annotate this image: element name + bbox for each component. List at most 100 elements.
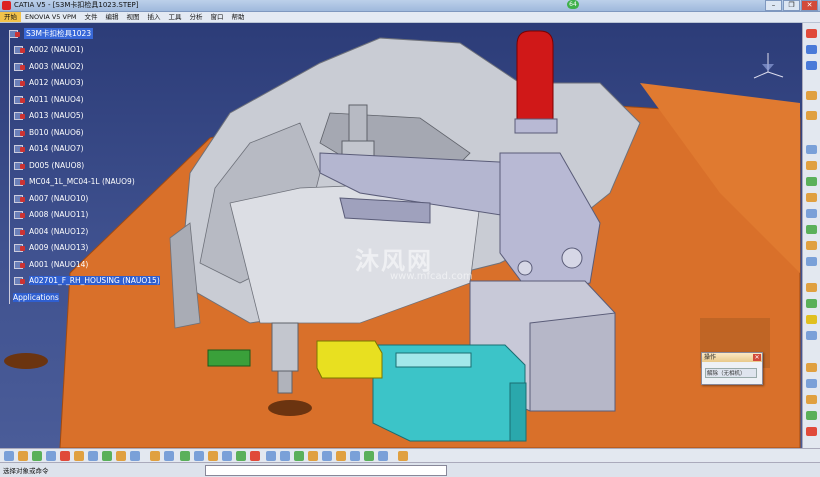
tool-icon[interactable] (46, 451, 56, 461)
tree-item-label: A001 (NAUO14) (29, 260, 89, 269)
tree-root[interactable]: S3M卡扣检具1023 (8, 28, 94, 39)
restore-button[interactable]: ❐ (783, 0, 800, 11)
part-icon (13, 144, 26, 153)
tree-item[interactable]: A011 (NAUO4) (13, 94, 84, 105)
menu-view[interactable]: 视图 (122, 12, 143, 22)
tool-icon[interactable] (806, 299, 817, 308)
floating-toolbar-dialog[interactable]: 操作 ✕ 解除（无相机） (701, 352, 763, 385)
tool-icon[interactable] (806, 257, 817, 266)
tool-icon[interactable] (336, 451, 346, 461)
menu-tools[interactable]: 工具 (164, 12, 185, 22)
3d-viewport[interactable]: 沐风网 www.mfcad.com S3M卡扣检具1023 A002 (NAUO… (0, 23, 802, 448)
tool-icon[interactable] (806, 363, 817, 372)
tool-icon[interactable] (116, 451, 126, 461)
tool-icon[interactable] (806, 379, 817, 388)
tool-icon[interactable] (806, 91, 817, 100)
part-icon (13, 161, 26, 170)
tool-icon[interactable] (4, 451, 14, 461)
dialog-close-icon[interactable]: ✕ (753, 354, 761, 361)
tool-icon[interactable] (398, 451, 408, 461)
tool-icon[interactable] (194, 451, 204, 461)
tree-item[interactable]: MC04_1L_MC04-1L (NAUO9) (13, 176, 135, 187)
tool-icon[interactable] (266, 451, 276, 461)
tool-icon[interactable] (806, 241, 817, 250)
tool-icon[interactable] (180, 451, 190, 461)
tool-icon[interactable] (806, 411, 817, 420)
menu-enovia[interactable]: ENOVIA V5 VPM (21, 12, 80, 22)
tool-icon[interactable] (806, 209, 817, 218)
tool-icon[interactable] (806, 29, 817, 38)
menu-analyze[interactable]: 分析 (185, 12, 206, 22)
part-icon (13, 111, 26, 120)
tool-icon[interactable] (806, 177, 817, 186)
tool-icon[interactable] (18, 451, 28, 461)
tool-icon[interactable] (222, 451, 232, 461)
menu-window[interactable]: 窗口 (206, 12, 227, 22)
dialog-action-button[interactable]: 解除（无相机） (705, 368, 757, 378)
compass-icon[interactable] (750, 50, 786, 80)
tool-icon[interactable] (88, 451, 98, 461)
part-icon (13, 62, 26, 71)
tool-icon[interactable] (350, 451, 360, 461)
product-icon (8, 29, 21, 38)
tool-icon[interactable] (308, 451, 318, 461)
tool-icon[interactable] (806, 45, 817, 54)
tool-icon[interactable] (806, 193, 817, 202)
tree-item[interactable]: A001 (NAUO14) (13, 259, 88, 270)
tool-icon[interactable] (806, 111, 817, 120)
tool-icon[interactable] (806, 61, 817, 70)
status-message: 选择对象或命令 (3, 467, 49, 475)
tool-icon[interactable] (322, 451, 332, 461)
tool-icon[interactable] (150, 451, 160, 461)
tree-applications[interactable]: Applications (13, 292, 59, 303)
tree-item[interactable]: A014 (NAUO7) (13, 143, 84, 154)
tool-icon[interactable] (294, 451, 304, 461)
tool-icon[interactable] (806, 161, 817, 170)
tool-icon[interactable] (806, 225, 817, 234)
tree-item-label: A002 (NAUO1) (29, 45, 84, 54)
tool-icon[interactable] (250, 451, 260, 461)
menu-file[interactable]: 文件 (80, 12, 101, 22)
tree-item[interactable]: A009 (NAUO13) (13, 242, 88, 253)
tree-item[interactable]: A013 (NAUO5) (13, 110, 84, 121)
menu-edit[interactable]: 编辑 (101, 12, 122, 22)
tree-item[interactable]: A02701_F_RH_HOUSING (NAUO15) (13, 275, 160, 286)
tool-icon[interactable] (74, 451, 84, 461)
part-icon (13, 276, 26, 285)
tool-icon[interactable] (364, 451, 374, 461)
tool-icon[interactable] (806, 427, 817, 436)
part-icon (13, 227, 26, 236)
tree-item[interactable]: A007 (NAUO10) (13, 193, 88, 204)
tool-icon[interactable] (806, 395, 817, 404)
minimize-button[interactable]: – (765, 0, 782, 11)
tree-item-label: A007 (NAUO10) (29, 194, 89, 203)
catia-app-icon (2, 1, 11, 10)
tree-item[interactable]: A004 (NAUO12) (13, 226, 88, 237)
tool-icon[interactable] (236, 451, 246, 461)
tool-icon[interactable] (60, 451, 70, 461)
tool-icon[interactable] (806, 315, 817, 324)
tool-icon[interactable] (32, 451, 42, 461)
tool-icon[interactable] (806, 145, 817, 154)
tool-icon[interactable] (806, 331, 817, 340)
menu-start[interactable]: 开始 (0, 12, 21, 22)
tool-icon[interactable] (164, 451, 174, 461)
tool-icon[interactable] (378, 451, 388, 461)
tool-icon[interactable] (130, 451, 140, 461)
command-input[interactable] (205, 465, 447, 476)
menu-help[interactable]: 帮助 (227, 12, 248, 22)
tree-item[interactable]: A008 (NAUO11) (13, 209, 88, 220)
tree-item[interactable]: D005 (NAUO8) (13, 160, 84, 171)
tool-icon[interactable] (806, 283, 817, 292)
tree-item[interactable]: A012 (NAUO3) (13, 77, 84, 88)
part-icon (13, 260, 26, 269)
tree-item[interactable]: B010 (NAUO6) (13, 127, 84, 138)
tool-icon[interactable] (280, 451, 290, 461)
tree-item[interactable]: A002 (NAUO1) (13, 44, 84, 55)
tree-item[interactable]: A003 (NAUO2) (13, 61, 84, 72)
tree-item-label: MC04_1L_MC04-1L (NAUO9) (29, 177, 135, 186)
close-button[interactable]: ✕ (801, 0, 818, 11)
menu-insert[interactable]: 插入 (143, 12, 164, 22)
tool-icon[interactable] (208, 451, 218, 461)
tool-icon[interactable] (102, 451, 112, 461)
